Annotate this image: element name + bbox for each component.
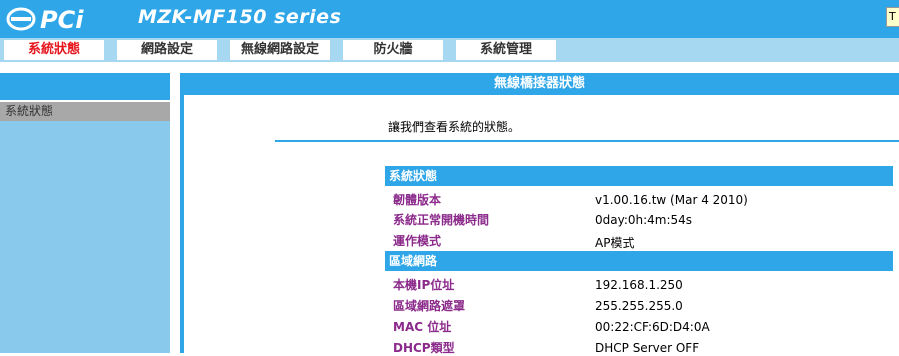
row-value-subnet-mask: 255.255.255.0 <box>595 299 683 313</box>
section-divider <box>275 140 899 142</box>
tab-wireless-settings[interactable]: 無線網路設定 <box>230 40 330 60</box>
tab-network-settings[interactable]: 網路設定 <box>117 40 217 60</box>
row-label-dhcp-type: DHCP類型 <box>393 341 455 355</box>
panel-border <box>180 73 184 353</box>
brand-text: PCi <box>40 6 84 33</box>
row-value-uptime: 0day:0h:4m:54s <box>595 213 693 227</box>
app-header: PCi MZK-MF150 series T <box>0 0 899 38</box>
corner-widget[interactable]: T <box>886 7 899 27</box>
sidebar: 系統狀態 <box>0 73 170 353</box>
row-label-mac-address: MAC 位址 <box>393 320 452 334</box>
nav-bar: 系統狀態 網路設定 無線網路設定 防火牆 系統管理 <box>0 38 899 62</box>
intro-text: 讓我們查看系統的狀態。 <box>388 120 521 134</box>
row-value-ip-address: 192.168.1.250 <box>595 278 683 292</box>
main-panel: 無線橋接器狀態 讓我們查看系統的狀態。 系統狀態 韌體版本 v1.00.16.t… <box>180 73 899 355</box>
row-value-operation-mode: AP模式 <box>595 236 635 250</box>
row-label-subnet-mask: 區域網路遮罩 <box>393 299 466 313</box>
page-title: 無線橋接器狀態 <box>180 73 899 95</box>
tab-firewall[interactable]: 防火牆 <box>343 40 443 60</box>
sidebar-item-system-status[interactable]: 系統狀態 <box>0 102 170 121</box>
row-label-operation-mode: 運作模式 <box>393 234 442 248</box>
tab-system-status[interactable]: 系統狀態 <box>4 40 104 60</box>
sidebar-header <box>0 73 170 100</box>
row-label-firmware: 韌體版本 <box>393 193 442 207</box>
pci-logo: PCi <box>6 6 84 33</box>
model-title: MZK-MF150 series <box>138 6 342 28</box>
row-label-ip-address: 本機IP位址 <box>393 278 455 292</box>
section-header-lan: 區域網路 <box>385 251 893 271</box>
tab-system-management[interactable]: 系統管理 <box>456 40 556 60</box>
row-value-firmware: v1.00.16.tw (Mar 4 2010) <box>595 193 748 207</box>
row-label-uptime: 系統正常開機時間 <box>393 213 490 227</box>
section-header-system-status: 系統狀態 <box>385 166 893 186</box>
row-value-mac-address: 00:22:CF:6D:D4:0A <box>595 320 710 334</box>
